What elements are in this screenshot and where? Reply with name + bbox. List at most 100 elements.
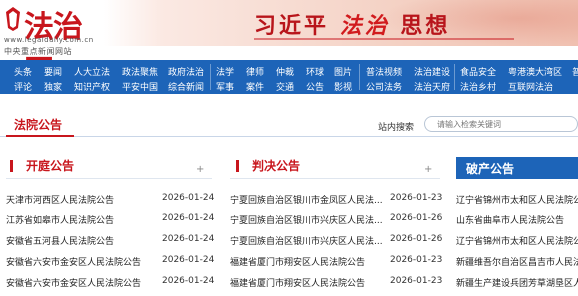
list-item-title[interactable]: 安徽省六安市金安区人民法院公告: [6, 255, 156, 268]
main-nav: 头条 要闻 人大立法 政法聚焦 政府法治 评论 独家 知识产权 平安中国 综合新…: [0, 60, 578, 94]
nav-item[interactable]: 互联网法治: [508, 80, 553, 93]
list-item[interactable]: 山东省曲阜市人民法院公告: [456, 213, 578, 233]
nav-item[interactable]: 律师: [246, 65, 264, 78]
column-divider: [230, 178, 440, 179]
nav-group-2: 法学 律师 仲裁 环球 图片 军事 案件 交通 公告 影视: [212, 60, 352, 94]
column-divider: [6, 178, 212, 179]
list-item-title[interactable]: 福建省厦门市翔安区人民法院公告: [230, 276, 382, 289]
list-item-date: 2026-01-24: [162, 213, 215, 223]
list-item-title[interactable]: 安徽省六安市金安区人民法院公告: [6, 276, 156, 289]
nav-item[interactable]: 要闻: [44, 65, 62, 78]
nav-item[interactable]: 案件: [246, 80, 264, 93]
nav-item[interactable]: 军事: [216, 80, 234, 93]
column-divider: [456, 178, 578, 179]
banner[interactable]: 习近平 法治 思想: [104, 0, 578, 46]
nav-item[interactable]: 人大立法: [74, 65, 110, 78]
nav-item[interactable]: 独家: [44, 80, 62, 93]
list-item[interactable]: 宁夏回族自治区银川市兴庆区人民法... 2026-01-26: [230, 234, 442, 254]
nav-item[interactable]: 普: [572, 65, 578, 78]
list-item-title[interactable]: 安徽省五河县人民法院公告: [6, 234, 156, 247]
list-item-date: 2026-01-26: [390, 234, 443, 244]
nav-item[interactable]: 平安中国: [122, 80, 158, 93]
list-item[interactable]: 福建省厦门市翔安区人民法院公告 2026-01-23: [230, 276, 442, 296]
list-item-title[interactable]: 山东省曲阜市人民法院公告: [456, 213, 578, 226]
list-item-title[interactable]: 福建省厦门市翔安区人民法院公告: [230, 255, 382, 268]
logo-url: www.legaldaily.com.cn: [4, 36, 94, 44]
nav-group-1: 头条 要闻 人大立法 政法聚焦 政府法治 评论 独家 知识产权 平安中国 综合新…: [0, 60, 212, 94]
site-header: 法治网 www.legaldaily.com.cn 中央重点新闻网站 习近平 法…: [0, 0, 578, 89]
nav-item[interactable]: 仲裁: [276, 65, 294, 78]
list-item-title[interactable]: 江苏省如皋市人民法院公告: [6, 213, 156, 226]
list-item-title[interactable]: 天津市河西区人民法院公告: [6, 193, 156, 206]
list-item-date: 2026-01-24: [162, 255, 215, 265]
page-title: 法院公告: [14, 118, 63, 132]
nav-item[interactable]: 政府法治: [168, 65, 204, 78]
nav-item[interactable]: 法学: [216, 65, 234, 78]
list-item-title[interactable]: 辽宁省锦州市太和区人民法院公...: [456, 234, 578, 247]
nav-item[interactable]: 公告: [306, 80, 324, 93]
list-item-date: 2026-01-23: [390, 276, 443, 286]
nav-group-4: 食品安全 粤港澳大湾区 普 法治乡村 互联网法治: [456, 60, 578, 94]
list-item-title[interactable]: 新疆生产建设兵团芳草湖垦区人...: [456, 276, 578, 289]
nav-item[interactable]: 影视: [334, 80, 352, 93]
list-item-title[interactable]: 新疆维吾尔自治区昌吉市人民法...: [456, 255, 578, 268]
nav-item[interactable]: 环球: [306, 65, 324, 78]
list-item-date: 2026-01-26: [390, 213, 443, 223]
column-title-marker: [236, 160, 239, 172]
more-link-hearing[interactable]: +: [196, 164, 204, 175]
site-logo[interactable]: 法治网 www.legaldaily.com.cn 中央重点新闻网站: [4, 2, 104, 89]
search-input[interactable]: [424, 116, 578, 132]
list-item[interactable]: 福建省厦门市翔安区人民法院公告 2026-01-23: [230, 255, 442, 275]
nav-item[interactable]: 评论: [14, 80, 32, 93]
list-item-date: 2026-01-24: [162, 234, 215, 244]
nav-item[interactable]: 知识产权: [74, 80, 110, 93]
nav-item[interactable]: 公司法务: [366, 80, 402, 93]
nav-item[interactable]: 普法视频: [366, 65, 402, 78]
list-item-date: 2026-01-23: [390, 255, 443, 265]
banner-text-c: 思想: [400, 13, 451, 39]
logo-mark-icon: [6, 7, 20, 31]
banner-underline: [254, 38, 514, 40]
list-item[interactable]: 安徽省五河县人民法院公告 2026-01-24: [6, 234, 215, 254]
list-item-title[interactable]: 宁夏回族自治区银川市兴庆区人民法...: [230, 234, 382, 247]
nav-item[interactable]: 政法聚焦: [122, 65, 158, 78]
nav-item[interactable]: 粤港澳大湾区: [508, 65, 562, 78]
list-item[interactable]: 安徽省六安市金安区人民法院公告 2026-01-24: [6, 255, 215, 275]
list-item[interactable]: 天津市河西区人民法院公告 2026-01-24: [6, 193, 215, 213]
list-item[interactable]: 宁夏回族自治区银川市兴庆区人民法... 2026-01-26: [230, 213, 442, 233]
list-item-title[interactable]: 宁夏回族自治区银川市兴庆区人民法...: [230, 213, 382, 226]
banner-text-b: 法治: [339, 13, 390, 39]
nav-item[interactable]: 法治乡村: [460, 80, 496, 93]
nav-item[interactable]: 法治天府: [414, 80, 450, 93]
nav-item[interactable]: 头条: [14, 65, 32, 78]
nav-divider: [359, 64, 360, 90]
nav-divider: [210, 64, 211, 90]
list-item[interactable]: 新疆生产建设兵团芳草湖垦区人...: [456, 276, 578, 296]
nav-item[interactable]: 法治建设: [414, 65, 450, 78]
logo-slogan: 中央重点新闻网站: [4, 47, 72, 56]
list-item[interactable]: 辽宁省锦州市太和区人民法院公...: [456, 193, 578, 213]
banner-text-a: 习近平: [254, 13, 330, 39]
nav-item[interactable]: 食品安全: [460, 65, 496, 78]
list-item[interactable]: 江苏省如皋市人民法院公告 2026-01-24: [6, 213, 215, 233]
list-item[interactable]: 辽宁省锦州市太和区人民法院公...: [456, 234, 578, 254]
list-item[interactable]: 新疆维吾尔自治区昌吉市人民法...: [456, 255, 578, 275]
list-item[interactable]: 宁夏回族自治区银川市金凤区人民法... 2026-01-23: [230, 193, 442, 213]
nav-item[interactable]: 交通: [276, 80, 294, 93]
nav-divider: [454, 64, 455, 90]
list-item-date: 2026-01-24: [162, 193, 215, 203]
list-item-date: 2026-01-23: [390, 193, 443, 203]
column-title-bankruptcy[interactable]: 破产公告: [456, 157, 578, 178]
column-title-marker: [10, 160, 13, 172]
list-item[interactable]: 安徽省六安市金安区人民法院公告 2026-01-24: [6, 276, 215, 296]
column-title-hearing[interactable]: 开庭公告: [26, 157, 74, 174]
column-title-judgment[interactable]: 判决公告: [252, 157, 300, 174]
list-item-title[interactable]: 宁夏回族自治区银川市金凤区人民法...: [230, 193, 382, 206]
nav-item[interactable]: 综合新闻: [168, 80, 204, 93]
more-link-judgment[interactable]: +: [424, 164, 432, 175]
nav-group-3: 普法视频 法治建设 公司法务 法治天府: [362, 60, 454, 94]
list-item-title[interactable]: 辽宁省锦州市太和区人民法院公...: [456, 193, 578, 206]
nav-item[interactable]: 图片: [334, 65, 352, 78]
search-label: 站内搜索: [378, 123, 415, 133]
list-item-date: 2026-01-24: [162, 276, 215, 286]
